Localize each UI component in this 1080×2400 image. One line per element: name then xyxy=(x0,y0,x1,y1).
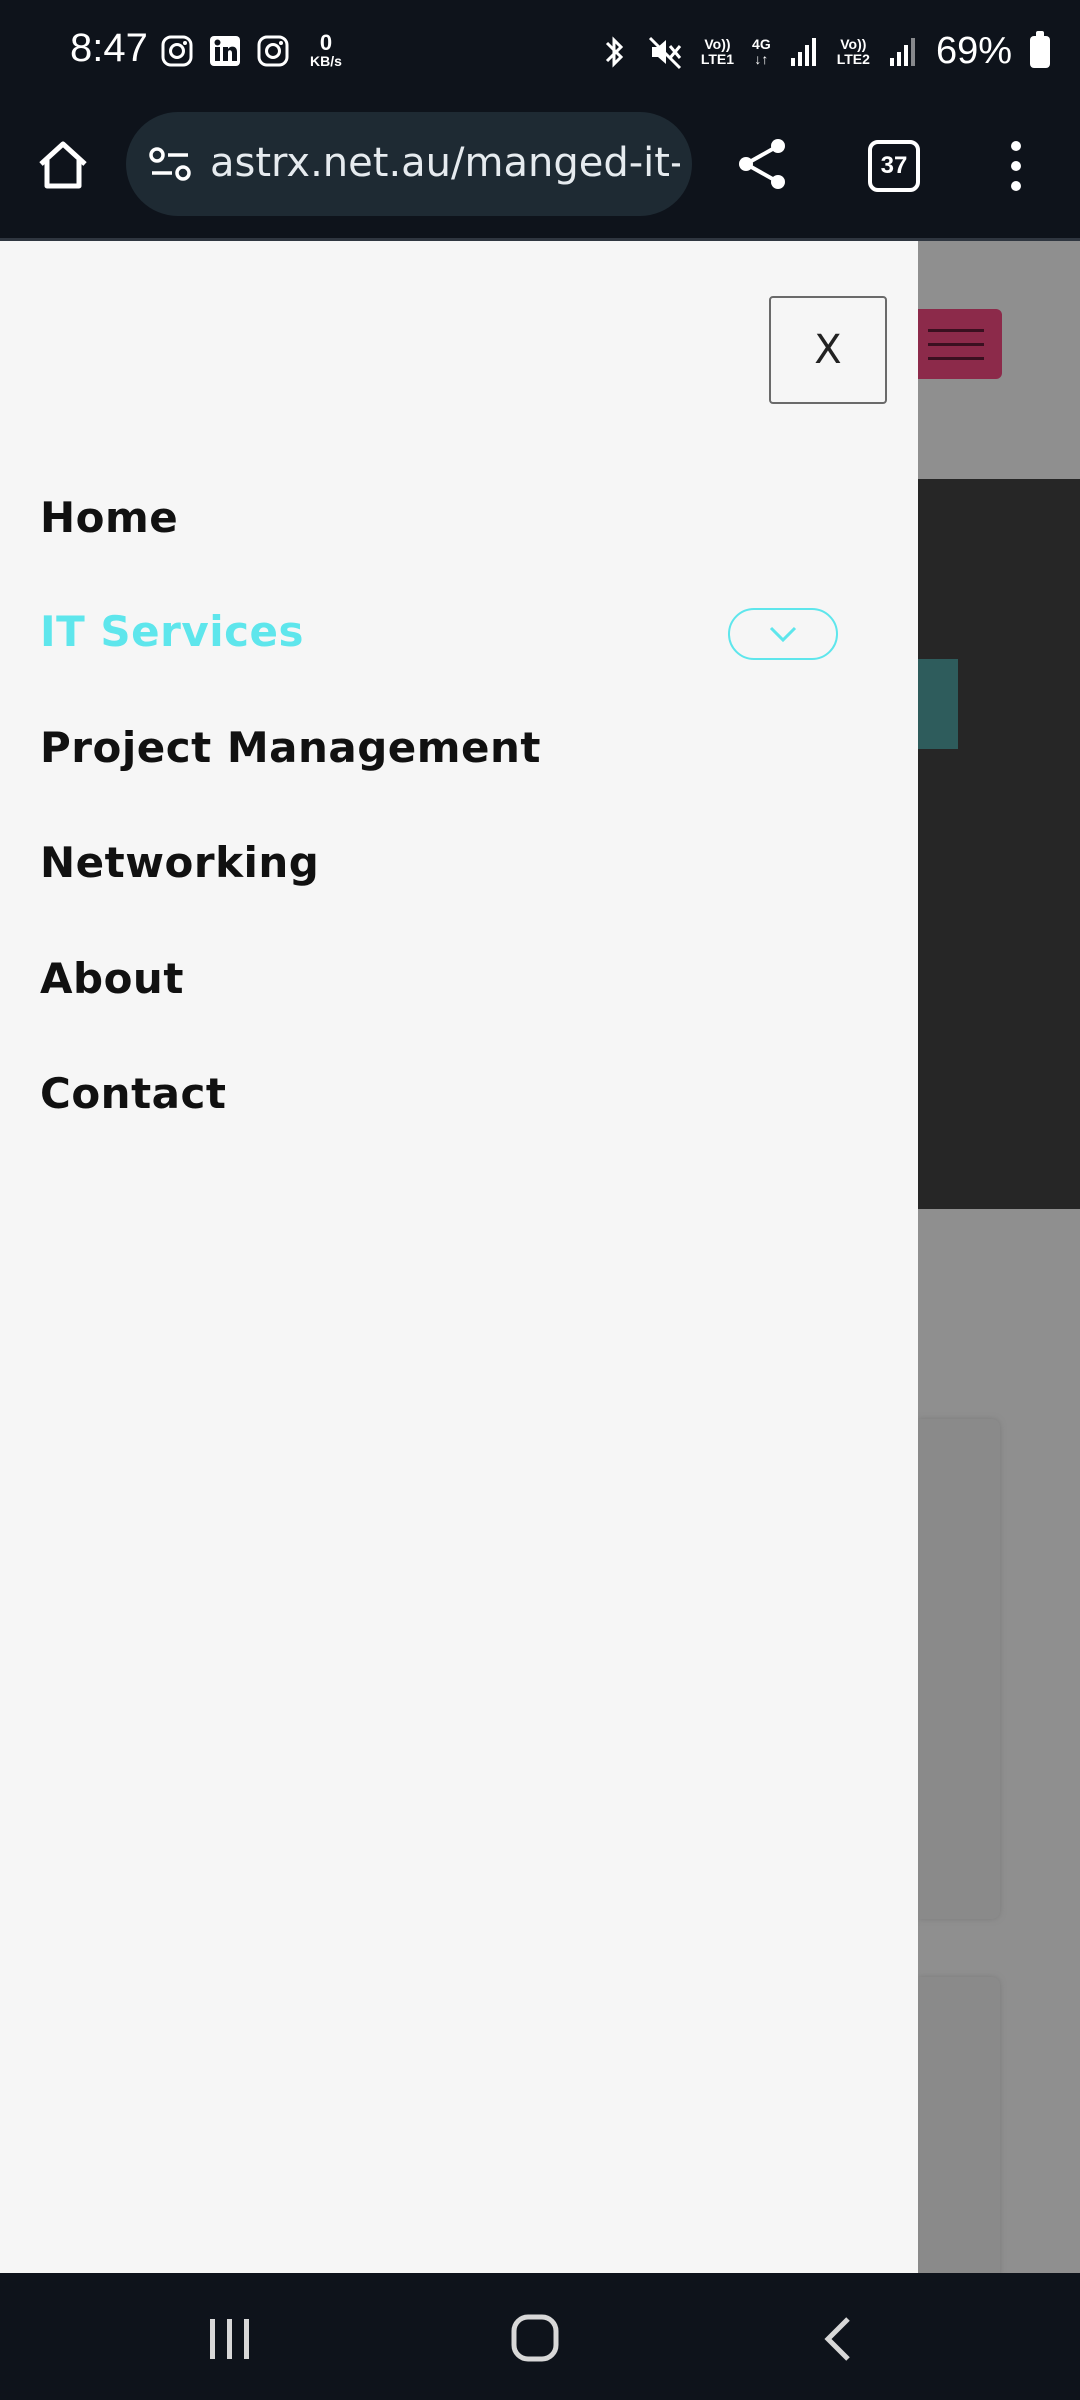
notification-icons: 0 KB/s xyxy=(160,32,342,69)
back-icon[interactable] xyxy=(820,2315,854,2363)
data-speed-value: 0 xyxy=(319,30,333,55)
linkedin-icon xyxy=(210,35,240,66)
sim1-label-bottom: LTE1 xyxy=(700,50,735,67)
it-services-dropdown-toggle[interactable] xyxy=(728,608,838,660)
signal-icon xyxy=(790,37,816,66)
system-navigation-bar xyxy=(0,2273,1080,2400)
menu-item-contact[interactable]: Contact xyxy=(40,1069,226,1118)
instagram-icon xyxy=(257,35,289,66)
address-bar[interactable]: astrx.net.au/manged-it-s xyxy=(126,112,692,216)
sim1-label: Vo)) LTE1 xyxy=(700,35,735,67)
sim2-label-top: Vo)) xyxy=(840,35,867,52)
close-menu-button[interactable]: X xyxy=(769,296,887,404)
home-icon[interactable] xyxy=(36,138,90,192)
sim2-label: Vo)) LTE2 xyxy=(836,35,870,67)
hamburger-menu-icon[interactable] xyxy=(910,309,1002,379)
url-text[interactable]: astrx.net.au/manged-it-s xyxy=(210,140,680,186)
chevron-down-icon xyxy=(769,626,797,643)
menu-item-home[interactable]: Home xyxy=(40,493,178,542)
network-type: 4G ↓↑ xyxy=(752,35,771,67)
navigation-drawer: X Home IT Services Project Management Ne… xyxy=(0,241,918,2273)
instagram-icon xyxy=(161,35,193,66)
battery-icon xyxy=(1030,30,1050,68)
sim1-label-top: Vo)) xyxy=(704,35,731,52)
content-card xyxy=(918,1419,1000,1919)
web-page: X Home IT Services Project Management Ne… xyxy=(0,241,1080,2273)
mute-icon xyxy=(648,36,681,69)
menu-item-it-services[interactable]: IT Services xyxy=(40,607,304,656)
content-card xyxy=(918,1977,1000,2273)
status-time: 8:47 xyxy=(70,26,148,70)
data-arrows-icon: ↓↑ xyxy=(754,50,769,67)
hero-image xyxy=(918,479,1080,1209)
status-bar: 8:47 0 KB/s Vo)) LTE1 4G ↓↑ Vo)) LTE2 69… xyxy=(0,0,1080,108)
sim2-label-bottom: LTE2 xyxy=(836,50,870,67)
menu-item-project-management[interactable]: Project Management xyxy=(40,723,541,772)
hero-image-detail xyxy=(918,659,958,749)
status-right-icons: Vo)) LTE1 4G ↓↑ Vo)) LTE2 69% xyxy=(599,30,1050,73)
bluetooth-icon xyxy=(605,35,623,68)
menu-item-about[interactable]: About xyxy=(40,954,184,1003)
network-type-label: 4G xyxy=(752,35,771,52)
share-icon[interactable] xyxy=(734,136,790,192)
site-settings-icon[interactable] xyxy=(148,146,192,182)
battery-percentage: 69% xyxy=(935,30,1012,72)
menu-item-networking[interactable]: Networking xyxy=(40,838,319,887)
home-nav-icon[interactable] xyxy=(510,2313,560,2363)
recent-apps-icon[interactable] xyxy=(208,2317,252,2361)
signal-icon xyxy=(889,37,915,66)
tab-switcher-button[interactable]: 37 xyxy=(868,140,920,192)
data-speed-indicator: 0 KB/s xyxy=(310,32,342,69)
browser-toolbar: astrx.net.au/manged-it-s 37 xyxy=(0,108,1080,241)
more-options-icon[interactable] xyxy=(1004,138,1028,194)
data-speed-unit: KB/s xyxy=(310,53,342,69)
